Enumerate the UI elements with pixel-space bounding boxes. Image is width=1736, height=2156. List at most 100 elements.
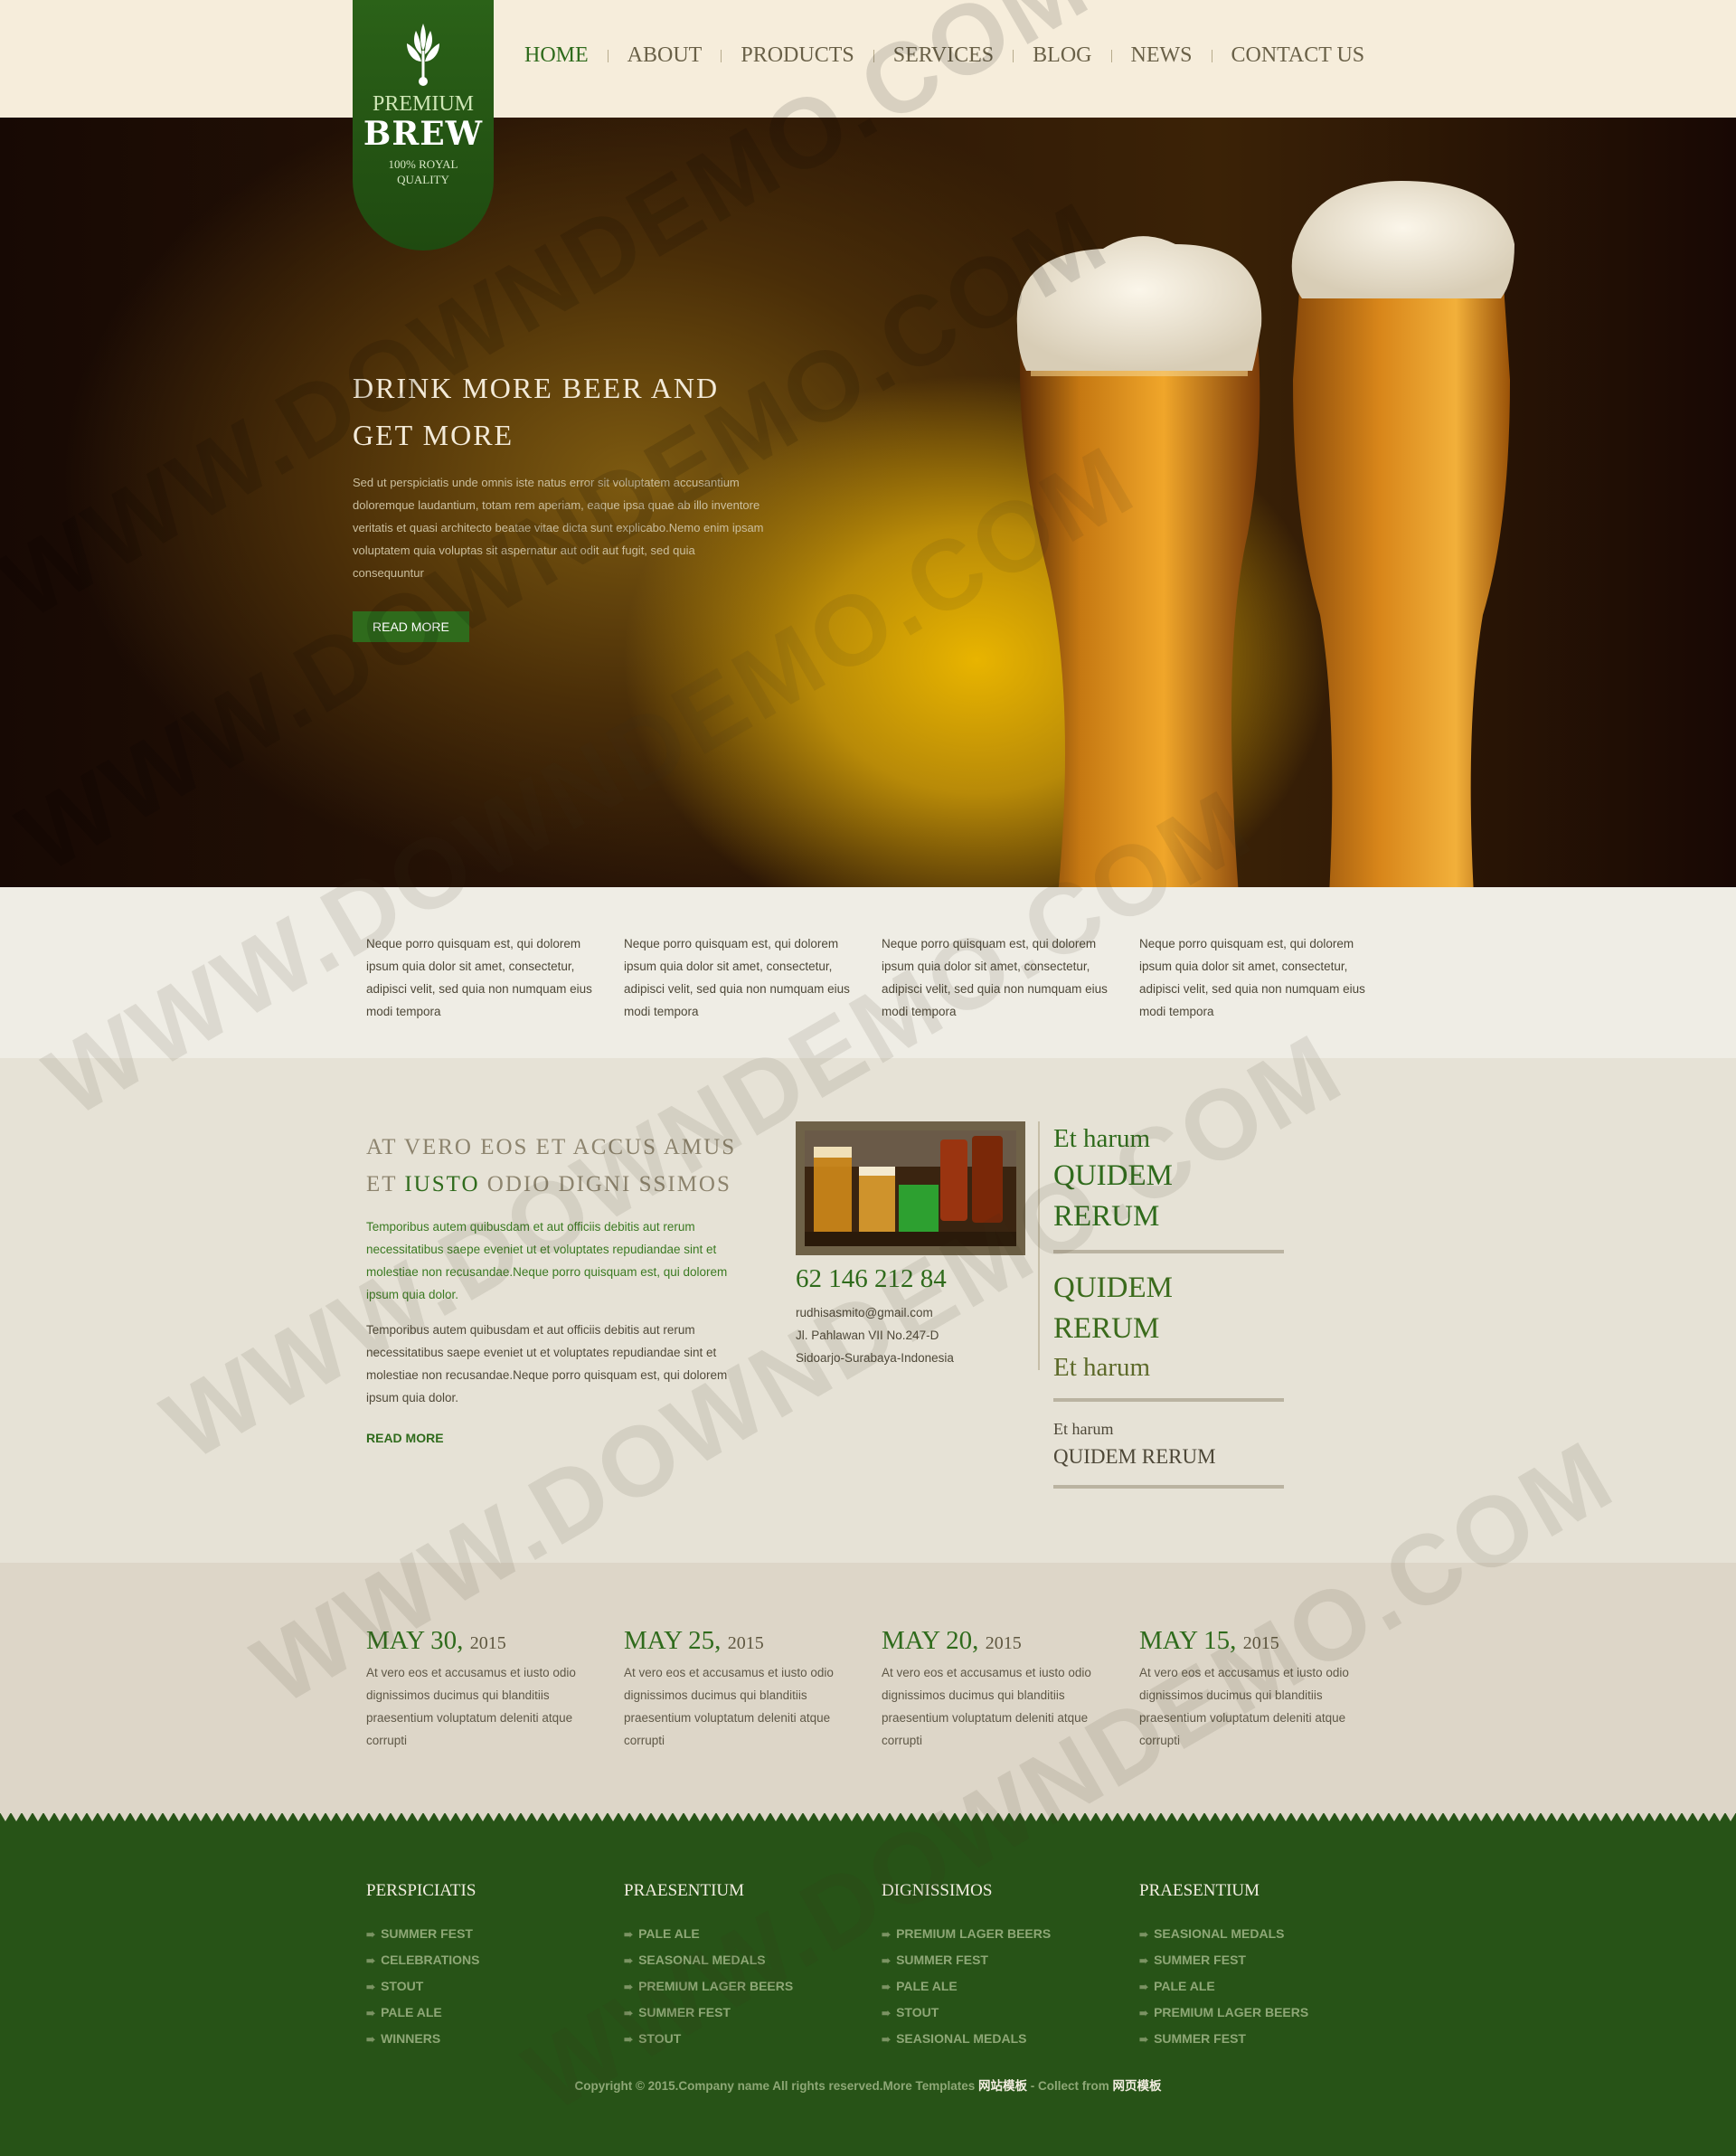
arrow-icon: ➠	[624, 1981, 634, 1993]
news-text: At vero eos et accusamus et iusto odio d…	[366, 1666, 576, 1747]
about-text: AT VERO EOS ET ACCUS AMUS ET IUSTO ODIO …	[366, 1129, 755, 1447]
beer-glasses-image	[1016, 181, 1514, 887]
footer-link[interactable]: ➠ SUMMER FEST	[1139, 2026, 1397, 2052]
copyright: Copyright © 2015.Company name All rights…	[0, 2076, 1736, 2094]
hero-title-line1: DRINK MORE BEER AND	[353, 372, 720, 404]
footer-link[interactable]: ➠ PALE ALE	[624, 1921, 882, 1947]
nav-divider	[873, 49, 874, 62]
sidebar-block1-title1: QUIDEM	[1053, 1159, 1173, 1192]
footer-link[interactable]: ➠ SEASONAL MEDALS	[624, 1947, 882, 1973]
nav-divider	[721, 49, 722, 62]
news-date-year: 2015	[727, 1633, 764, 1653]
footer-link[interactable]: ➠ PREMIUM LAGER BEERS	[882, 1921, 1139, 1947]
footer-link[interactable]: ➠ SEASIONAL MEDALS	[882, 2026, 1139, 2052]
news-date-day: MAY 30,	[366, 1626, 464, 1655]
nav-blog[interactable]: BLOG	[1033, 43, 1091, 68]
sidebar-block2-title1: QUIDEM	[1053, 1272, 1173, 1304]
sidebar-block3-title: QUIDEM RERUM	[1053, 1445, 1216, 1468]
arrow-icon: ➠	[882, 1928, 892, 1941]
arrow-icon: ➠	[882, 2007, 892, 2019]
hero-banner: DRINK MORE BEER AND GET MORE Sed ut pers…	[0, 118, 1736, 887]
arrow-icon: ➠	[1139, 1928, 1149, 1941]
arrow-icon: ➠	[366, 1954, 376, 1967]
bar-photo-frame	[796, 1121, 1025, 1255]
news-item: MAY 15, 2015 At vero eos et accusamus et…	[1139, 1626, 1397, 1752]
about-heading-line2-post: ODIO DIGNI SSIMOS	[479, 1172, 731, 1196]
arrow-icon: ➠	[882, 1981, 892, 1993]
footer-link[interactable]: ➠ SEASIONAL MEDALS	[1139, 1921, 1397, 1947]
footer-column: PRAESENTIUM ➠ SEASIONAL MEDALS ➠ SUMMER FE…	[1139, 1881, 1397, 2052]
news-item: MAY 30, 2015 At vero eos et accusamus et…	[366, 1626, 624, 1752]
hero-title-line2: GET MORE	[353, 419, 514, 451]
sidebar-block3-subtitle: Et harum	[1053, 1420, 1114, 1438]
footer-link[interactable]: ➠ CELEBRATIONS	[366, 1947, 624, 1973]
footer-link[interactable]: ➠ PALE ALE	[366, 2000, 624, 2026]
footer-link[interactable]: ➠ WINNERS	[366, 2026, 624, 2052]
nav-about[interactable]: ABOUT	[627, 43, 703, 68]
about-heading-line2-pre: ET	[366, 1172, 405, 1196]
news-date-day: MAY 20,	[882, 1626, 979, 1655]
contact-phone: 62 146 212 84	[796, 1264, 947, 1293]
copyright-text: Copyright © 2015.Company name All rights…	[574, 2079, 979, 2093]
footer-link[interactable]: ➠ SUMMER FEST	[624, 2000, 882, 2026]
collect-link[interactable]: 网页模板	[1113, 2079, 1162, 2093]
about-section: AT VERO EOS ET ACCUS AMUS ET IUSTO ODIO …	[0, 1058, 1736, 1563]
logo-tagline: 100% ROYAL QUALITY	[388, 157, 458, 186]
footer-link[interactable]: ➠ STOUT	[366, 1973, 624, 2000]
hero-read-more-button[interactable]: READ MORE	[353, 611, 469, 642]
sidebar-block1-subtitle: Et harum	[1053, 1124, 1151, 1153]
news-date-day: MAY 25,	[624, 1626, 722, 1655]
sidebar-block2-title2: RERUM	[1053, 1312, 1160, 1345]
arrow-icon: ➠	[1139, 2007, 1149, 2019]
nav-home[interactable]: HOME	[524, 43, 589, 68]
arrow-icon: ➠	[882, 1954, 892, 1967]
arrow-icon: ➠	[624, 1954, 634, 1967]
sidebar-blocks: Et harum QUIDEM RERUM QUIDEM RERUM Et ha…	[1053, 1121, 1284, 1503]
templates-link[interactable]: 网站模板	[978, 2079, 1027, 2093]
news-text: At vero eos et accusamus et iusto odio d…	[882, 1666, 1091, 1747]
contact-address-line1: Jl. Pahlawan VII No.247-D	[796, 1329, 939, 1342]
news-date: MAY 30, 2015	[366, 1626, 624, 1656]
about-read-more-link[interactable]: READ MORE	[366, 1431, 444, 1445]
footer-link[interactable]: ➠ PALE ALE	[1139, 1973, 1397, 2000]
main-nav: HOME ABOUT PRODUCTS SERVICES BLOG NEWS C…	[524, 43, 1364, 68]
contact-block: 62 146 212 84 rudhisasmito@gmail.com Jl.…	[796, 1121, 1040, 1369]
news-date: MAY 25, 2015	[624, 1626, 882, 1656]
news-date-year: 2015	[469, 1633, 506, 1653]
footer-link[interactable]: ➠ STOUT	[624, 2026, 882, 2052]
logo-brew: BREW	[363, 115, 484, 153]
arrow-icon: ➠	[624, 1928, 634, 1941]
sidebar-block-2: QUIDEM RERUM Et harum	[1053, 1268, 1284, 1402]
hero-description: Sed ut perspiciatis unde omnis iste natu…	[353, 476, 764, 580]
contact-email[interactable]: rudhisasmito@gmail.com	[796, 1301, 1040, 1324]
feature-text: Neque porro quisquam est, qui dolorem ip…	[1139, 937, 1365, 1018]
nav-products[interactable]: PRODUCTS	[741, 43, 854, 68]
footer-link[interactable]: ➠ PREMIUM LAGER BEERS	[624, 1973, 882, 2000]
news-date: MAY 20, 2015	[882, 1626, 1139, 1656]
footer-column-title: PRAESENTIUM	[624, 1881, 745, 1900]
bar-photo-image	[805, 1130, 1016, 1246]
nav-contact[interactable]: CONTACT US	[1231, 43, 1365, 68]
footer-link[interactable]: ➠ SUMMER FEST	[366, 1921, 624, 1947]
contact-address-line2: Sidoarjo-Surabaya-Indonesia	[796, 1351, 954, 1365]
footer-link[interactable]: ➠ SUMMER FEST	[1139, 1947, 1397, 1973]
nav-services[interactable]: SERVICES	[893, 43, 994, 68]
news-date-day: MAY 15,	[1139, 1626, 1237, 1655]
arrow-icon: ➠	[366, 1981, 376, 1993]
arrow-icon: ➠	[1139, 2033, 1149, 2046]
arrow-icon: ➠	[1139, 1954, 1149, 1967]
about-heading-line1: AT VERO EOS ET ACCUS AMUS	[366, 1135, 737, 1159]
about-heading-accent: IUSTO	[404, 1172, 480, 1196]
feature-text: Neque porro quisquam est, qui dolorem ip…	[366, 937, 592, 1018]
footer-link[interactable]: ➠ SUMMER FEST	[882, 1947, 1139, 1973]
footer-link[interactable]: ➠ PALE ALE	[882, 1973, 1139, 2000]
footer-link[interactable]: ➠ STOUT	[882, 2000, 1139, 2026]
copyright-mid: - Collect from	[1027, 2079, 1113, 2093]
nav-news[interactable]: NEWS	[1131, 43, 1193, 68]
footer-link[interactable]: ➠ PREMIUM LAGER BEERS	[1139, 2000, 1397, 2026]
arrow-icon: ➠	[366, 1928, 376, 1941]
arrow-icon: ➠	[624, 2033, 634, 2046]
brand-logo[interactable]: PREMIUM BREW 100% ROYAL QUALITY	[353, 0, 494, 251]
nav-divider	[1110, 49, 1112, 62]
zigzag-border	[0, 1812, 1736, 1821]
